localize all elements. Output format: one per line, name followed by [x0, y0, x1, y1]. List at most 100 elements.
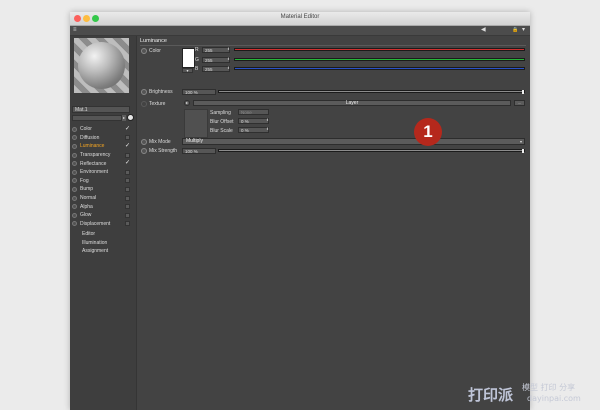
subpage-assignment[interactable]: Assignment — [72, 247, 134, 256]
mix-mode-value: Multiply — [186, 138, 203, 144]
channel-transparency[interactable]: Transparency — [72, 151, 134, 160]
checkmark-icon[interactable]: ✓ — [125, 126, 130, 132]
color-swatch[interactable] — [182, 48, 195, 68]
channel-b-slider[interactable] — [234, 67, 525, 70]
texture-label: Texture — [149, 101, 166, 107]
blur-offset-stepper-icon[interactable]: ⬍ — [266, 118, 269, 123]
texture-thumbnail — [184, 109, 208, 138]
color-picker-toggle[interactable]: ▾ — [182, 68, 193, 73]
channel-checkbox[interactable] — [125, 169, 130, 175]
channel-alpha[interactable]: Alpha — [72, 202, 134, 211]
texture-anim-radio[interactable] — [141, 101, 147, 107]
dropdown-arrow-icon: ▾ — [519, 139, 522, 144]
checkmark-icon[interactable]: ✓ — [125, 160, 130, 166]
section-title: Luminance — [140, 38, 167, 44]
channel-radio[interactable] — [72, 126, 77, 132]
stepper-icon[interactable]: ⬍ — [227, 57, 230, 62]
blur-scale-label: Blur Scale — [210, 128, 233, 134]
channel-label: Luminance — [80, 143, 105, 150]
channel-glow[interactable]: Glow — [72, 211, 134, 220]
channel-checkbox[interactable] — [125, 135, 130, 141]
channel-color[interactable]: Color ✓ — [72, 125, 134, 134]
channel-normal[interactable]: Normal — [72, 194, 134, 203]
blur-scale-stepper-icon[interactable]: ⬍ — [266, 127, 269, 132]
sampling-label: Sampling — [210, 110, 231, 116]
channel-g-slider[interactable] — [234, 57, 525, 61]
mix-mode-anim-radio[interactable] — [141, 139, 147, 145]
texture-more-button[interactable]: … — [514, 100, 525, 106]
color-anim-radio[interactable] — [141, 48, 147, 54]
channel-radio[interactable] — [72, 186, 77, 192]
lock-icon[interactable]: 🔒 — [512, 27, 518, 34]
channel-label: Fog — [80, 177, 89, 184]
layer-arrow-button[interactable]: ▸ — [122, 115, 126, 121]
channel-label: Glow — [80, 212, 92, 219]
channel-g-field[interactable]: 255 — [202, 56, 230, 63]
mix-strength-label: Mix Strength — [149, 148, 178, 154]
mix-strength-slider[interactable] — [218, 149, 525, 153]
stepper-icon[interactable]: ⬍ — [227, 66, 230, 71]
channel-environment[interactable]: Environment — [72, 168, 134, 177]
back-arrow-icon[interactable]: ◀ — [481, 27, 486, 34]
channel-radio[interactable] — [72, 161, 77, 167]
channel-diffusion[interactable]: Diffusion — [72, 134, 134, 143]
channel-label: Displacement — [80, 220, 111, 227]
channel-checkbox[interactable] — [125, 195, 130, 201]
channel-radio[interactable] — [72, 204, 77, 210]
channel-luminance[interactable]: Luminance ✓ — [72, 142, 134, 151]
material-layer-field[interactable] — [72, 115, 122, 121]
channel-checkbox[interactable] — [125, 204, 130, 210]
channel-b-field[interactable]: 255 — [202, 66, 230, 72]
channel-radio[interactable] — [72, 178, 77, 184]
texture-arrow-icon[interactable]: ▸ — [184, 100, 190, 106]
channel-checkbox[interactable] — [125, 152, 130, 158]
channel-label: Diffusion — [80, 134, 100, 141]
channel-radio[interactable] — [72, 212, 77, 218]
channel-radio[interactable] — [72, 221, 77, 227]
channel-radio[interactable] — [72, 195, 77, 201]
chevron-down-icon[interactable]: ▾ — [522, 27, 525, 34]
channel-r-slider[interactable] — [234, 48, 525, 51]
blur-offset-field[interactable]: 0 % — [238, 118, 269, 124]
subpage-illumination[interactable]: Illumination — [72, 239, 134, 248]
checkmark-icon[interactable]: ✓ — [125, 143, 130, 149]
sampling-dropdown[interactable]: None — [238, 109, 269, 115]
channel-reflectance[interactable]: Reflectance ✓ — [72, 159, 134, 168]
stepper-icon[interactable]: ⬍ — [227, 47, 230, 52]
material-preview[interactable] — [74, 38, 129, 93]
mix-mode-dropdown[interactable]: Multiply ▾ — [182, 138, 525, 145]
channel-bump[interactable]: Bump — [72, 185, 134, 194]
channel-radio[interactable] — [72, 152, 77, 158]
channel-checkbox[interactable] — [125, 186, 130, 192]
channel-radio[interactable] — [72, 169, 77, 175]
color-label: Color — [149, 48, 161, 54]
watermark-slogan: 模型 打印 分享 — [522, 383, 576, 392]
blur-scale-field[interactable]: 0 % — [238, 127, 269, 133]
render-preview-button[interactable] — [127, 114, 134, 121]
channel-displacement[interactable]: Displacement — [72, 220, 134, 229]
preview-sphere — [78, 42, 125, 89]
channel-fog[interactable]: Fog — [72, 177, 134, 186]
brightness-field[interactable]: 100 % — [182, 89, 216, 95]
mix-strength-field[interactable]: 100 % — [182, 148, 216, 154]
channel-radio[interactable] — [72, 135, 77, 141]
channel-b-label: B — [195, 66, 199, 72]
mix-mode-label: Mix Mode — [149, 139, 171, 145]
channel-checkbox[interactable] — [125, 212, 130, 218]
texture-layer-button[interactable]: Layer — [193, 100, 511, 106]
channel-r-field[interactable]: 255 — [202, 47, 230, 53]
subpage-editor[interactable]: Editor — [72, 230, 134, 239]
brightness-anim-radio[interactable] — [141, 89, 147, 95]
channel-label: Alpha — [80, 203, 93, 210]
material-editor-window: Material Editor ≡ ◀ 🔒 ▾ Mat.1 ▸ Color ✓ Di… — [70, 12, 530, 410]
channel-label: Environment — [80, 169, 109, 176]
mix-strength-anim-radio[interactable] — [141, 148, 147, 154]
menu-lines-icon[interactable]: ≡ — [73, 27, 77, 34]
watermark-logo: 打印派 — [468, 386, 514, 404]
step-callout-badge: 1 — [414, 118, 442, 146]
channel-checkbox[interactable] — [125, 178, 130, 184]
brightness-slider[interactable] — [218, 90, 525, 94]
channel-checkbox[interactable] — [125, 221, 130, 227]
material-name-field[interactable]: Mat.1 — [72, 106, 130, 113]
channel-radio[interactable] — [72, 143, 77, 149]
